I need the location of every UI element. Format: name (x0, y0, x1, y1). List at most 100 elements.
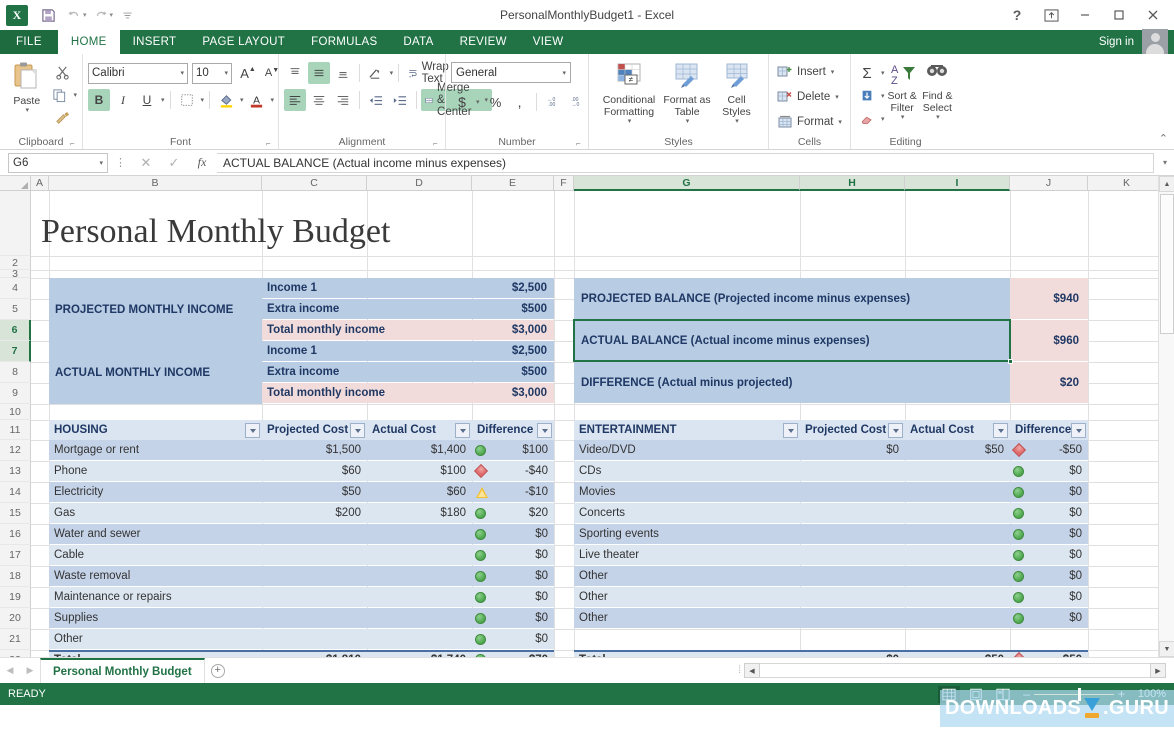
row-header-11[interactable]: 11 (0, 420, 31, 440)
row-header-8[interactable]: 8 (0, 362, 31, 383)
clear-icon[interactable] (856, 108, 878, 130)
sort-filter-dropdown-icon[interactable]: ▾ (901, 114, 905, 122)
housing-filter-icon[interactable] (455, 423, 470, 438)
horizontal-scrollbar[interactable]: ⁞ ◀ ▶ (734, 658, 1174, 684)
zoom-thumb[interactable] (1077, 687, 1081, 701)
housing-filter-icon[interactable] (537, 423, 552, 438)
font-color-dropdown-icon[interactable]: ▾ (271, 96, 275, 104)
delete-cells-button[interactable]: Delete ▾ (774, 86, 842, 108)
align-top-icon[interactable] (284, 62, 306, 84)
maximize-button[interactable] (1102, 2, 1136, 28)
name-box-dropdown-icon[interactable]: ▾ (99, 159, 103, 167)
sign-in-link[interactable]: Sign in (1099, 36, 1134, 48)
tab-data[interactable]: DATA (390, 30, 446, 54)
help-icon[interactable]: ? (1000, 2, 1034, 28)
column-header-b[interactable]: B (49, 176, 262, 191)
format-as-table-button[interactable]: Format as Table ▾ (660, 60, 714, 126)
fill-handle[interactable] (1008, 359, 1013, 364)
align-right-icon[interactable] (332, 89, 354, 111)
underline-dropdown-icon[interactable]: ▾ (161, 96, 165, 104)
column-header-j[interactable]: J (1010, 176, 1088, 191)
entertainment-filter-icon[interactable] (783, 423, 798, 438)
housing-filter-icon[interactable] (350, 423, 365, 438)
zoom-in-button[interactable]: + (1118, 688, 1125, 700)
row-header-13[interactable]: 13 (0, 461, 31, 482)
borders-icon[interactable] (176, 89, 198, 111)
font-size-dropdown-icon[interactable]: ▾ (224, 69, 228, 77)
paste-button[interactable]: Paste ▾ (5, 59, 48, 115)
percent-format-icon[interactable]: % (485, 91, 507, 113)
increase-indent-icon[interactable] (389, 89, 411, 111)
collapse-ribbon-icon[interactable]: ⌃ (1159, 132, 1168, 145)
undo-dropdown-icon[interactable]: ▾ (83, 11, 87, 19)
increase-font-size-icon[interactable]: A ▲ (237, 62, 259, 84)
zoom-out-button[interactable]: – (1023, 688, 1030, 700)
close-button[interactable] (1136, 2, 1170, 28)
format-dropdown-icon[interactable]: ▾ (838, 118, 842, 126)
increase-decimal-icon[interactable]: ←0.00 (542, 91, 564, 113)
tab-split-grip[interactable]: ⁞ (734, 665, 744, 676)
tab-formulas[interactable]: FORMULAS (298, 30, 390, 54)
tab-view[interactable]: VIEW (520, 30, 577, 54)
conditional-formatting-button[interactable]: ≠ Conditional Formatting ▾ (598, 60, 660, 126)
vertical-scrollbar[interactable]: ▲ ▼ (1158, 176, 1174, 657)
ribbon-display-options-icon[interactable] (1034, 2, 1068, 28)
align-left-icon[interactable] (284, 89, 306, 111)
formula-input[interactable]: ACTUAL BALANCE (Actual income minus expe… (217, 152, 1154, 173)
currency-format-icon[interactable]: $ (451, 91, 473, 113)
row-header-18[interactable]: 18 (0, 566, 31, 587)
next-sheet-button[interactable]: ▶ (20, 665, 40, 676)
cut-icon[interactable] (48, 61, 77, 83)
column-header-a[interactable]: A (31, 176, 49, 191)
row-header-5[interactable]: 5 (0, 299, 31, 320)
insert-cells-button[interactable]: Insert ▾ (774, 61, 837, 83)
save-icon[interactable] (36, 3, 60, 27)
borders-dropdown-icon[interactable]: ▾ (201, 96, 205, 104)
tab-page-layout[interactable]: PAGE LAYOUT (189, 30, 298, 54)
scroll-up-button[interactable]: ▲ (1159, 176, 1174, 192)
row-header-10[interactable]: 10 (0, 404, 31, 420)
vertical-scroll-thumb[interactable] (1160, 194, 1174, 334)
row-header-12[interactable]: 12 (0, 440, 31, 461)
fill-color-dropdown-icon[interactable]: ▾ (240, 96, 244, 104)
formula-bar-grip[interactable]: ⋮ (110, 156, 131, 169)
row-header-19[interactable]: 19 (0, 587, 31, 608)
autosum-icon[interactable]: Σ (856, 62, 878, 84)
tab-insert[interactable]: INSERT (120, 30, 190, 54)
comma-format-icon[interactable]: , (509, 91, 531, 113)
avatar[interactable] (1142, 29, 1168, 55)
housing-filter-icon[interactable] (245, 423, 260, 438)
font-name-dropdown-icon[interactable]: ▾ (180, 69, 184, 77)
sort-and-filter-button[interactable]: A Z Sort & Filter ▾ (885, 60, 920, 122)
row-header-14[interactable]: 14 (0, 482, 31, 503)
entertainment-filter-icon[interactable] (1071, 423, 1086, 438)
scroll-left-button[interactable]: ◀ (744, 663, 760, 678)
zoom-track[interactable] (1033, 687, 1114, 701)
orientation-dropdown-icon[interactable]: ▾ (390, 69, 394, 77)
row-header-16[interactable]: 16 (0, 524, 31, 545)
tab-home[interactable]: HOME (57, 30, 120, 54)
row-header-17[interactable]: 17 (0, 545, 31, 566)
confirm-entry-icon[interactable]: ✓ (161, 152, 187, 174)
zoom-slider[interactable]: – + (1023, 687, 1125, 701)
copy-dropdown-icon[interactable]: ▾ (73, 91, 77, 99)
column-header-k[interactable]: K (1088, 176, 1166, 191)
page-layout-view-icon[interactable] (965, 686, 987, 703)
orientation-icon[interactable] (365, 62, 387, 84)
delete-dropdown-icon[interactable]: ▾ (835, 93, 839, 101)
normal-view-icon[interactable] (938, 685, 961, 703)
column-header-i[interactable]: I (905, 176, 1010, 191)
fill-icon[interactable] (856, 85, 878, 107)
horizontal-scroll-track[interactable] (760, 663, 1150, 678)
add-sheet-button[interactable]: + (205, 663, 231, 678)
customize-quick-access-icon[interactable] (115, 3, 139, 27)
font-size-input[interactable]: 10 ▾ (192, 62, 232, 84)
previous-sheet-button[interactable]: ◀ (0, 665, 20, 676)
cell-styles-button[interactable]: Cell Styles ▾ (714, 60, 759, 126)
redo-dropdown-icon[interactable]: ▾ (110, 11, 114, 19)
entertainment-filter-icon[interactable] (993, 423, 1008, 438)
row-header-21[interactable]: 21 (0, 629, 31, 650)
scroll-down-button[interactable]: ▼ (1159, 641, 1174, 657)
insert-function-icon[interactable]: fx (189, 152, 215, 174)
name-box[interactable]: G6 ▾ (8, 152, 108, 173)
